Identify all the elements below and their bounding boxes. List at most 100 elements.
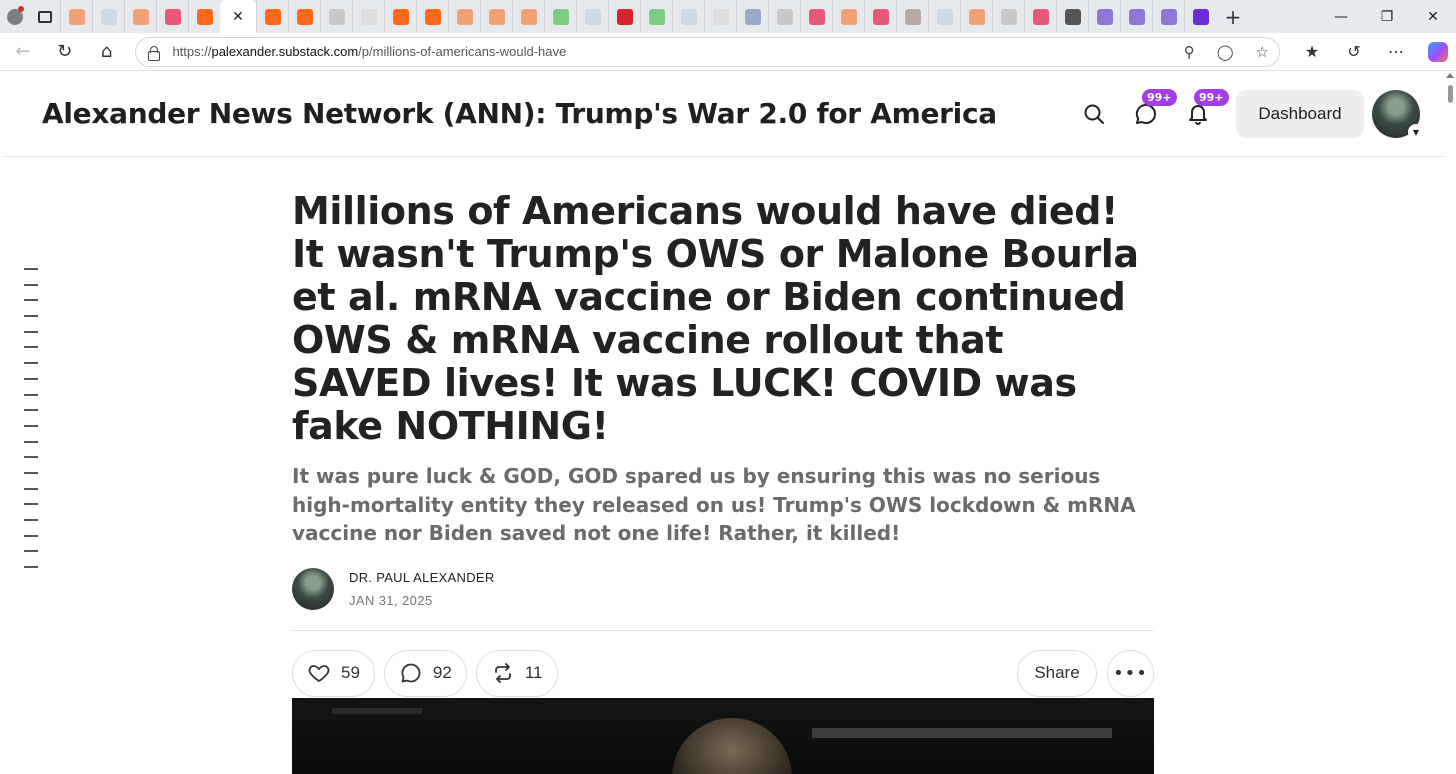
browser-tab[interactable] (480, 0, 512, 33)
toc-item[interactable] (24, 440, 38, 443)
browser-tab[interactable] (1152, 0, 1184, 33)
browser-tab[interactable] (1056, 0, 1088, 33)
author-name[interactable]: DR. PAUL ALEXANDER (349, 570, 495, 585)
toc-item[interactable] (24, 409, 38, 412)
toc-item[interactable] (24, 550, 38, 553)
browser-tab[interactable] (544, 0, 576, 33)
browser-tab[interactable] (576, 0, 608, 33)
profile-icon[interactable] (0, 0, 30, 33)
browser-tab-strip: ✕ + — ❐ ✕ (0, 0, 1456, 33)
toc-item[interactable] (24, 456, 38, 459)
toc-item[interactable] (24, 503, 38, 506)
author-avatar[interactable] (292, 567, 334, 610)
post-hero-image[interactable] (292, 698, 1154, 774)
toc-item[interactable] (24, 362, 38, 365)
browser-tab[interactable] (60, 0, 92, 33)
page-scrollbar[interactable] (1444, 71, 1456, 774)
scrollbar-thumb[interactable] (1448, 85, 1453, 103)
browser-tab[interactable] (992, 0, 1024, 33)
tab-favicon-icon (456, 8, 473, 25)
browser-tab[interactable] (1120, 0, 1152, 33)
home-icon[interactable]: ⌂ (88, 36, 126, 68)
zoom-icon[interactable]: ⚲ (1184, 43, 1195, 61)
toc-item[interactable] (24, 299, 38, 302)
search-icon[interactable] (1068, 89, 1120, 139)
browser-tab[interactable] (736, 0, 768, 33)
toc-item[interactable] (24, 566, 38, 569)
toc-item[interactable] (24, 315, 38, 318)
close-window-icon[interactable]: ✕ (1410, 0, 1456, 33)
restack-button[interactable]: 11 (475, 649, 558, 697)
browser-tab[interactable] (156, 0, 188, 33)
comment-button[interactable]: 92 (383, 649, 467, 697)
toc-item[interactable] (24, 487, 38, 490)
browser-tab[interactable] (928, 0, 960, 33)
browser-tab[interactable] (512, 0, 544, 33)
back-icon[interactable]: ← (4, 36, 42, 68)
reload-icon[interactable]: ↻ (46, 36, 84, 68)
browser-tab[interactable] (288, 0, 320, 33)
browser-tab[interactable] (320, 0, 352, 33)
more-browser-icon[interactable]: ⋯ (1378, 37, 1414, 67)
notifications-bell-icon[interactable]: 99+ (1172, 89, 1229, 139)
browser-tab[interactable] (416, 0, 448, 33)
toc-item[interactable] (24, 346, 38, 349)
new-tab-button[interactable]: + (1216, 0, 1250, 33)
browser-tab[interactable] (608, 0, 640, 33)
toc-item[interactable] (24, 377, 38, 380)
toc-item[interactable] (24, 471, 38, 474)
toc-item[interactable] (24, 283, 38, 286)
toc-item[interactable] (24, 268, 38, 270)
table-of-contents[interactable] (24, 268, 38, 582)
restore-icon[interactable]: ❐ (1364, 0, 1410, 33)
browser-tab[interactable] (864, 0, 896, 33)
tab-actions-icon[interactable] (30, 0, 60, 33)
share-button[interactable]: Share (1017, 649, 1097, 697)
site-title[interactable]: Alexander News Network (ANN): Trump's Wa… (42, 97, 997, 130)
browser-tab[interactable] (832, 0, 864, 33)
toc-item[interactable] (24, 519, 38, 521)
browser-tab[interactable] (768, 0, 800, 33)
tab-favicon-icon (648, 8, 665, 25)
browser-tab[interactable] (384, 0, 416, 33)
tab-active[interactable]: ✕ (220, 0, 256, 33)
scroll-up-icon[interactable] (1446, 73, 1454, 78)
like-button[interactable]: 59 (292, 649, 375, 697)
browser-tab[interactable] (256, 0, 288, 33)
browser-tab[interactable] (1184, 0, 1216, 33)
browser-tab[interactable] (640, 0, 672, 33)
browser-tab[interactable] (188, 0, 220, 33)
browser-tab[interactable] (960, 0, 992, 33)
browser-tab[interactable] (448, 0, 480, 33)
dashboard-button[interactable]: Dashboard (1236, 90, 1364, 138)
browser-tab[interactable] (1024, 0, 1056, 33)
toc-item[interactable] (24, 534, 38, 537)
toc-item[interactable] (24, 393, 38, 396)
toc-item[interactable] (24, 424, 38, 427)
chevron-down-icon: ▼ (1408, 124, 1424, 140)
toc-item[interactable] (24, 330, 38, 333)
browser-tab[interactable] (704, 0, 736, 33)
tab-favicon-icon (360, 8, 377, 25)
url-field[interactable]: https://palexander.substack.com/p/millio… (135, 36, 1280, 67)
lock-icon[interactable] (146, 45, 161, 61)
browser-tab[interactable] (124, 0, 156, 33)
more-options-icon[interactable]: ••• (1107, 649, 1154, 697)
browser-tab[interactable] (896, 0, 928, 33)
close-tab-icon[interactable]: ✕ (232, 9, 244, 25)
browser-tab[interactable] (352, 0, 384, 33)
browser-tab[interactable] (672, 0, 704, 33)
tab-favicon-icon (1192, 8, 1209, 25)
favorite-star-icon[interactable]: ☆ (1256, 43, 1269, 61)
browser-tab[interactable] (1088, 0, 1120, 33)
user-avatar[interactable]: ▼ (1372, 90, 1424, 140)
browser-tab[interactable] (92, 0, 124, 33)
copilot-icon[interactable] (1420, 37, 1456, 67)
tab-favicon-icon (552, 8, 569, 25)
reader-icon[interactable]: ◯ (1217, 43, 1234, 61)
minimize-icon[interactable]: — (1318, 0, 1364, 33)
chat-icon[interactable]: 99+ (1120, 89, 1177, 139)
favorites-icon[interactable]: ★ (1294, 37, 1330, 67)
browser-tab[interactable] (800, 0, 832, 33)
history-icon[interactable]: ↺ (1336, 37, 1372, 67)
